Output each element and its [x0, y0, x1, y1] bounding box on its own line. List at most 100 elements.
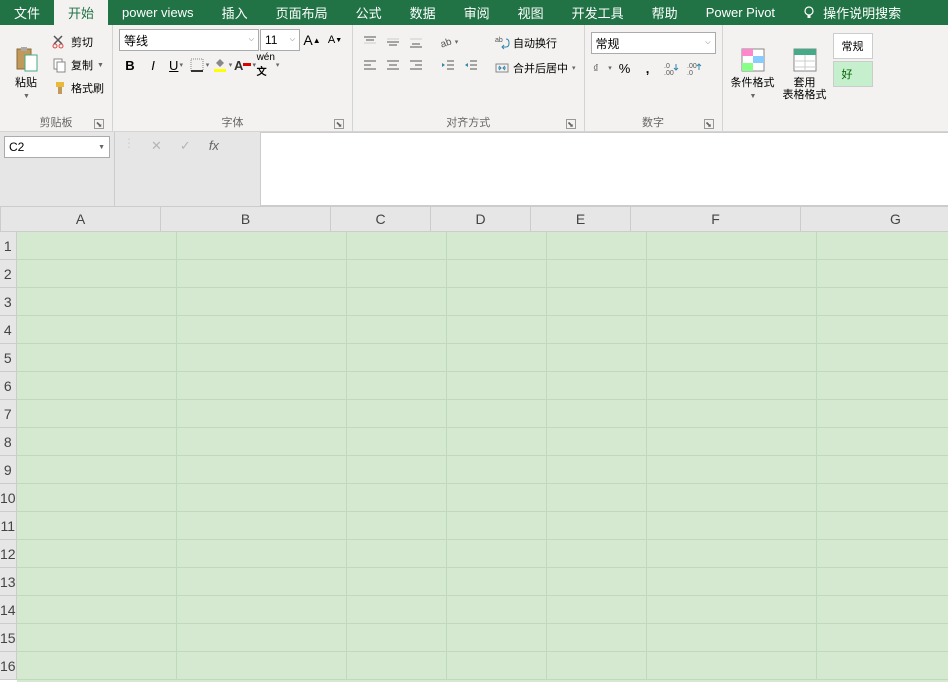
cell-D12[interactable]: [447, 540, 547, 568]
cell-B1[interactable]: [177, 232, 347, 260]
cell-B11[interactable]: [177, 512, 347, 540]
cell-G12[interactable]: [817, 540, 948, 568]
cell-A12[interactable]: [17, 540, 177, 568]
tab-home[interactable]: 开始: [54, 0, 108, 25]
cell-C3[interactable]: [347, 288, 447, 316]
row-header-3[interactable]: 3: [0, 288, 17, 316]
cell-A15[interactable]: [17, 624, 177, 652]
cell-F14[interactable]: [647, 596, 817, 624]
cell-E13[interactable]: [547, 568, 647, 596]
decrease-font-button[interactable]: A▼: [324, 29, 346, 51]
cell-C16[interactable]: [347, 652, 447, 680]
select-all-corner[interactable]: [0, 207, 1, 232]
font-size-select[interactable]: 11⌵: [260, 29, 300, 51]
row-header-11[interactable]: 11: [0, 512, 17, 540]
number-dialog-launcher[interactable]: ⬊: [704, 119, 714, 129]
cell-E15[interactable]: [547, 624, 647, 652]
cell-E8[interactable]: [547, 428, 647, 456]
cell-E9[interactable]: [547, 456, 647, 484]
row-header-7[interactable]: 7: [0, 400, 17, 428]
cell-C9[interactable]: [347, 456, 447, 484]
cell-C5[interactable]: [347, 344, 447, 372]
cell-style-normal[interactable]: 常规: [833, 33, 873, 59]
cell-B4[interactable]: [177, 316, 347, 344]
row-header-1[interactable]: 1: [0, 232, 17, 260]
tab-data[interactable]: 数据: [396, 0, 450, 25]
cell-D4[interactable]: [447, 316, 547, 344]
align-top-button[interactable]: [359, 32, 381, 52]
cell-B14[interactable]: [177, 596, 347, 624]
align-center-button[interactable]: [382, 55, 404, 75]
tab-formulas[interactable]: 公式: [342, 0, 396, 25]
tab-pagelayout[interactable]: 页面布局: [262, 0, 342, 25]
fill-color-button[interactable]: ▾: [211, 54, 233, 76]
tell-me-search[interactable]: 操作说明搜索: [801, 3, 901, 22]
cell-F1[interactable]: [647, 232, 817, 260]
cell-C15[interactable]: [347, 624, 447, 652]
cell-A2[interactable]: [17, 260, 177, 288]
cell-G14[interactable]: [817, 596, 948, 624]
cell-A14[interactable]: [17, 596, 177, 624]
cell-F4[interactable]: [647, 316, 817, 344]
cell-D15[interactable]: [447, 624, 547, 652]
cell-F15[interactable]: [647, 624, 817, 652]
tab-review[interactable]: 审阅: [450, 0, 504, 25]
cell-F16[interactable]: [647, 652, 817, 680]
cell-D1[interactable]: [447, 232, 547, 260]
row-header-5[interactable]: 5: [0, 344, 17, 372]
cell-G3[interactable]: [817, 288, 948, 316]
cancel-formula-button[interactable]: ✕: [149, 136, 164, 156]
alignment-dialog-launcher[interactable]: ⬊: [566, 119, 576, 129]
cell-E12[interactable]: [547, 540, 647, 568]
row-header-6[interactable]: 6: [0, 372, 17, 400]
row-header-8[interactable]: 8: [0, 428, 17, 456]
cell-B8[interactable]: [177, 428, 347, 456]
conditional-format-button[interactable]: 条件格式▼: [729, 29, 777, 105]
column-header-C[interactable]: C: [331, 207, 431, 232]
enter-formula-button[interactable]: ✓: [178, 136, 193, 156]
cell-D5[interactable]: [447, 344, 547, 372]
tab-powerpivot[interactable]: Power Pivot: [692, 0, 789, 25]
cell-A9[interactable]: [17, 456, 177, 484]
cell-D16[interactable]: [447, 652, 547, 680]
merge-center-button[interactable]: 合并后居中▾: [492, 57, 578, 79]
cell-G16[interactable]: [817, 652, 948, 680]
row-header-12[interactable]: 12: [0, 540, 17, 568]
cell-E7[interactable]: [547, 400, 647, 428]
cell-C13[interactable]: [347, 568, 447, 596]
cell-D10[interactable]: [447, 484, 547, 512]
tab-file[interactable]: 文件: [0, 0, 54, 25]
cell-D11[interactable]: [447, 512, 547, 540]
cell-B3[interactable]: [177, 288, 347, 316]
cell-E10[interactable]: [547, 484, 647, 512]
cell-F8[interactable]: [647, 428, 817, 456]
align-bottom-button[interactable]: [405, 32, 427, 52]
underline-button[interactable]: U▾: [165, 54, 187, 76]
decrease-decimal-button[interactable]: .00.0: [683, 57, 705, 79]
cell-D7[interactable]: [447, 400, 547, 428]
cell-F9[interactable]: [647, 456, 817, 484]
row-header-9[interactable]: 9: [0, 456, 17, 484]
cell-A11[interactable]: [17, 512, 177, 540]
cell-E16[interactable]: [547, 652, 647, 680]
orientation-button[interactable]: ab▾: [437, 32, 459, 52]
tab-insert[interactable]: 插入: [208, 0, 262, 25]
cell-G9[interactable]: [817, 456, 948, 484]
cell-E14[interactable]: [547, 596, 647, 624]
cell-C11[interactable]: [347, 512, 447, 540]
cell-A6[interactable]: [17, 372, 177, 400]
column-header-F[interactable]: F: [631, 207, 801, 232]
row-header-14[interactable]: 14: [0, 596, 17, 624]
cell-A1[interactable]: [17, 232, 177, 260]
cell-E2[interactable]: [547, 260, 647, 288]
row-header-13[interactable]: 13: [0, 568, 17, 596]
cell-F13[interactable]: [647, 568, 817, 596]
cell-B2[interactable]: [177, 260, 347, 288]
format-painter-button[interactable]: 格式刷: [50, 77, 106, 99]
cell-F7[interactable]: [647, 400, 817, 428]
cell-C4[interactable]: [347, 316, 447, 344]
column-header-D[interactable]: D: [431, 207, 531, 232]
cell-G11[interactable]: [817, 512, 948, 540]
cell-C14[interactable]: [347, 596, 447, 624]
cell-C8[interactable]: [347, 428, 447, 456]
